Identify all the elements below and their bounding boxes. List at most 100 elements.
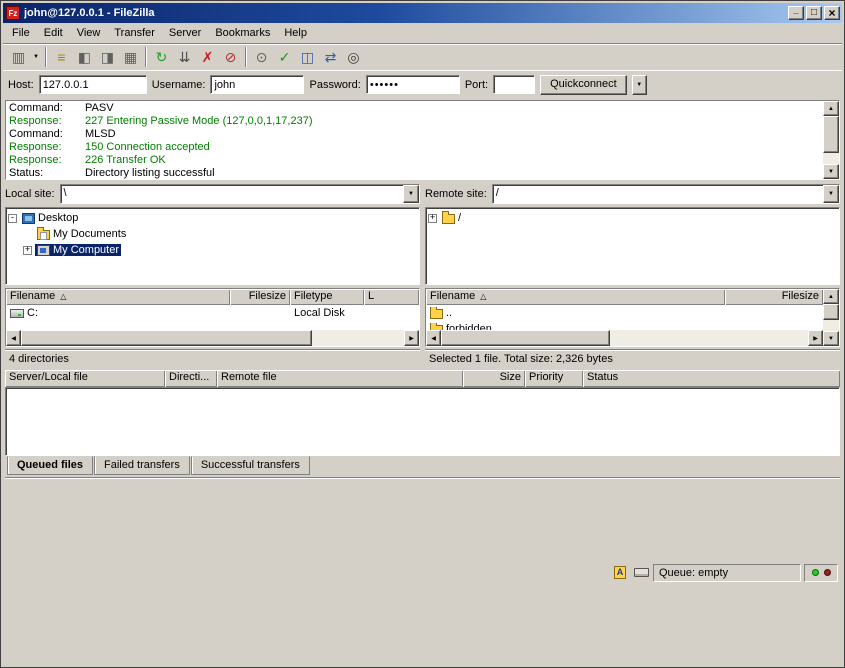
column-header-filesize[interactable]: Filesize (230, 289, 290, 305)
scroll-up-icon[interactable] (823, 101, 839, 116)
column-header-remote-file[interactable]: Remote file (217, 370, 463, 387)
activity-indicator (804, 564, 838, 582)
log-scrollbar[interactable] (823, 101, 839, 179)
column-header-filename[interactable]: Filename (6, 289, 230, 305)
scroll-up-icon[interactable] (823, 289, 839, 304)
local-list-header: FilenameFilesizeFiletypeL (6, 289, 419, 305)
quickconnect-button[interactable]: Quickconnect (540, 75, 627, 95)
disconnect-icon[interactable]: ⊘ (219, 46, 242, 68)
tree-item-desktop[interactable]: Desktop (8, 210, 417, 226)
port-label: Port: (465, 79, 488, 91)
column-header-filename[interactable]: Filename (426, 289, 725, 305)
maximize-button[interactable] (806, 6, 822, 20)
column-header-server-local-file[interactable]: Server/Local file (5, 370, 165, 387)
filter-icon[interactable]: ✓ (273, 46, 296, 68)
chevron-down-icon[interactable] (403, 185, 419, 203)
scrollbar-thumb[interactable] (441, 330, 610, 346)
log-line: Command:MLSD (9, 128, 820, 141)
scrollbar-track[interactable] (823, 116, 839, 164)
queue-toggle-icon[interactable]: ▦ (119, 46, 142, 68)
menu-item-help[interactable]: Help (277, 24, 314, 42)
scroll-down-icon[interactable] (823, 331, 839, 346)
column-header-filetype[interactable]: Filetype (290, 289, 364, 305)
menu-item-transfer[interactable]: Transfer (107, 24, 162, 42)
scroll-down-icon[interactable] (823, 164, 839, 179)
tree-item-my-documents[interactable]: My Documents (8, 226, 417, 242)
expand-icon[interactable] (428, 214, 437, 223)
quickconnect-dropdown-icon[interactable] (632, 75, 647, 95)
file-row-c[interactable]: C:Local Disk (6, 305, 419, 321)
scroll-left-icon[interactable] (426, 330, 441, 346)
tree-item-root[interactable]: / (428, 210, 837, 226)
log-line: Status:Directory listing successful (9, 167, 820, 179)
toolbar: ▥ ≡◧◨▦ ↻⇊✗⊘ ⊙✓◫⇄◎ (3, 44, 842, 70)
file-row-forbidden[interactable]: forbidden (426, 321, 823, 330)
menu-item-file[interactable]: File (5, 24, 37, 42)
toolbar-separator (45, 47, 47, 67)
remote-list-body: ..forbiddenimgrestrictedxamppapache_pb.g… (426, 305, 823, 330)
tab-successful-transfers[interactable]: Successful transfers (191, 456, 310, 475)
host-input[interactable] (39, 75, 147, 94)
column-header-directi[interactable]: Directi... (165, 370, 217, 387)
local-pane: Local site: \ Desktop My Documents (5, 183, 420, 368)
local-hscrollbar[interactable] (6, 330, 419, 346)
remote-file-list: FilenameFilesize ..forbiddenimgrestricte… (425, 288, 840, 347)
keyboard-icon[interactable] (632, 565, 650, 580)
password-input[interactable] (366, 75, 460, 94)
expand-icon[interactable] (23, 246, 32, 255)
scrollbar-thumb[interactable] (823, 304, 839, 320)
remote-site-combo[interactable]: / (492, 184, 840, 204)
site-manager-dropdown-icon[interactable] (30, 46, 42, 68)
queue-tabs: Queued filesFailed transfersSuccessful t… (5, 456, 840, 475)
titlebar[interactable]: john@127.0.0.1 - FileZilla (3, 3, 842, 23)
send-led-icon (824, 569, 831, 576)
queue-header: Server/Local fileDirecti...Remote fileSi… (5, 370, 840, 387)
column-header-l[interactable]: L (364, 289, 419, 305)
username-input[interactable] (210, 75, 304, 94)
minimize-button[interactable] (788, 6, 804, 20)
remote-tree-toggle-icon[interactable]: ◨ (96, 46, 119, 68)
scrollbar-track[interactable] (21, 330, 404, 346)
column-header-status[interactable]: Status (583, 370, 840, 387)
transfer-queue: Server/Local fileDirecti...Remote fileSi… (5, 370, 840, 456)
column-header-priority[interactable]: Priority (525, 370, 583, 387)
port-input[interactable] (493, 75, 535, 94)
scroll-left-icon[interactable] (6, 330, 21, 346)
local-tree: Desktop My Documents My Computer (5, 207, 420, 285)
column-header-filesize[interactable]: Filesize (725, 289, 823, 305)
column-header-size[interactable]: Size (463, 370, 525, 387)
filezilla-logo-icon (6, 6, 20, 20)
local-tree-toggle-icon[interactable]: ◧ (73, 46, 96, 68)
collapse-icon[interactable] (8, 214, 17, 223)
find-files-icon[interactable]: ◎ (342, 46, 365, 68)
tab-failed-transfers[interactable]: Failed transfers (94, 456, 190, 475)
scrollbar-thumb[interactable] (823, 116, 839, 153)
chevron-down-icon[interactable] (823, 185, 839, 203)
menu-item-bookmarks[interactable]: Bookmarks (208, 24, 277, 42)
scrollbar-thumb[interactable] (21, 330, 312, 346)
site-manager-icon[interactable]: ▥ (7, 46, 30, 68)
process-queue-icon[interactable]: ⇊ (173, 46, 196, 68)
scroll-right-icon[interactable] (404, 330, 419, 346)
synchronized-browsing-icon[interactable]: ⇄ (319, 46, 342, 68)
remote-vscrollbar[interactable] (823, 289, 839, 346)
menu-item-server[interactable]: Server (162, 24, 208, 42)
scrollbar-track[interactable] (441, 330, 808, 346)
menu-item-view[interactable]: View (70, 24, 108, 42)
scroll-right-icon[interactable] (808, 330, 823, 346)
tree-item-my-computer[interactable]: My Computer (8, 242, 417, 258)
remote-hscrollbar[interactable] (426, 330, 823, 346)
directory-comparison-icon[interactable]: ◫ (296, 46, 319, 68)
scrollbar-track[interactable] (823, 304, 839, 331)
local-site-combo[interactable]: \ (60, 184, 420, 204)
menu-item-edit[interactable]: Edit (37, 24, 70, 42)
toolbar-separator (145, 47, 147, 67)
message-log-toggle-icon[interactable]: ≡ (50, 46, 73, 68)
close-button[interactable] (824, 6, 840, 20)
cancel-icon[interactable]: ✗ (196, 46, 219, 68)
reconnect-icon[interactable]: ⊙ (250, 46, 273, 68)
refresh-icon[interactable]: ↻ (150, 46, 173, 68)
tab-queued-files[interactable]: Queued files (7, 456, 93, 475)
file-row-[interactable]: .. (426, 305, 823, 321)
transfer-type-icon[interactable] (611, 565, 629, 580)
